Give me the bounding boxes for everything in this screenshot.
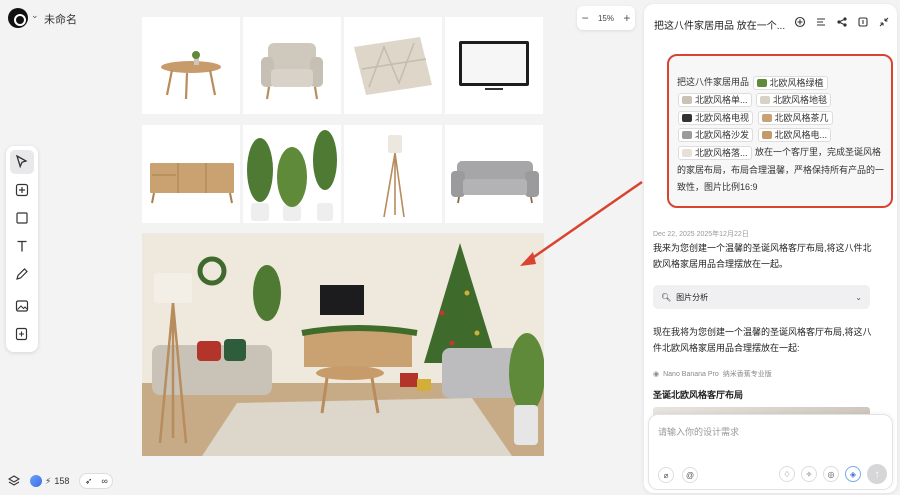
select-icon <box>16 155 28 169</box>
zoom-out-button[interactable]: − <box>582 11 589 25</box>
assistant-reply-1: 我来为您创建一个温馨的圣诞风格客厅布局,将这八件北欧风格家居用品合理摆放在一起。 <box>653 243 872 269</box>
chevron-down-icon: ⌄ <box>855 292 862 302</box>
history-icon[interactable] <box>815 15 827 27</box>
product-reference-chip[interactable]: 北欧风格地毯 <box>756 93 832 108</box>
prompt-message-highlight: 把这八件家居用品 北欧风格绿植 北欧风格单... 北欧风格地毯 北欧风格电视 北… <box>667 54 893 208</box>
chip-label: 北欧风格落... <box>695 147 748 158</box>
text-icon <box>17 240 27 252</box>
zoom-in-button[interactable]: + <box>623 11 630 25</box>
prompt-lead: 把这八件家居用品 <box>677 77 750 87</box>
image-edit-icon <box>15 300 29 312</box>
chip-label: 北欧风格电视 <box>695 112 750 123</box>
model-label: ◉ Nano Banana Pro 纳米香蕉专业版 <box>653 369 772 379</box>
sofa-image[interactable] <box>445 125 543 223</box>
app-logo[interactable] <box>8 8 28 28</box>
assistant-reply-2: 现在我将为您创建一个温馨的圣诞风格客厅布局,将这八件北欧风格家居用品合理摆放在一… <box>653 327 872 353</box>
chip-label: 北欧风格地毯 <box>773 95 828 106</box>
product-thumb-icon <box>761 113 772 122</box>
tool-palette <box>6 146 38 352</box>
mention-icon[interactable]: @ <box>682 467 698 483</box>
credits-indicator[interactable]: ⚡ 158 <box>30 475 69 487</box>
panel-actions <box>794 15 890 28</box>
chat-input[interactable]: 请输入你的设计需求 <box>658 425 739 438</box>
product-thumb-icon <box>682 96 692 105</box>
chat-input-box[interactable]: 请输入你的设计需求 ⌀ @ ♢ ✧ ◎ ◈ ↑ <box>648 414 893 490</box>
message-timestamp: Dec 22, 2025 2025年12月22日 <box>653 231 749 238</box>
idea-icon[interactable]: ♢ <box>779 466 795 482</box>
tv-stand-image[interactable] <box>142 125 240 223</box>
chip-label: 北欧风格茶几 <box>774 112 829 123</box>
rectangle-icon <box>16 212 28 224</box>
image-add-tool-button[interactable] <box>10 322 34 346</box>
chat-title: 把这八件家居用品 放在一个... <box>654 21 786 32</box>
model-subtitle: 纳米香蕉专业版 <box>722 371 772 378</box>
image-edit-tool-button[interactable] <box>10 294 34 318</box>
chat-panel: 把这八件家居用品 放在一个... 把这八件家居用品 北欧风格绿植 北欧风格单..… <box>644 4 897 493</box>
document-title[interactable]: 未命名 <box>44 11 77 27</box>
collapse-icon[interactable] <box>878 15 890 27</box>
new-chat-icon[interactable] <box>794 15 806 28</box>
product-reference-chip[interactable]: 北欧风格电视 <box>678 110 754 125</box>
mode-toggle[interactable]: ➶ ∞ <box>79 473 114 489</box>
image-add-icon <box>15 327 28 341</box>
status-bar: ⚡ 158 ➶ ∞ <box>8 473 114 489</box>
floor-lamp-image[interactable] <box>344 125 442 223</box>
rocket-icon: ➶ <box>84 475 93 486</box>
chip-label: 北欧风格绿植 <box>769 77 824 88</box>
product-thumb-icon <box>760 96 771 105</box>
layers-icon[interactable] <box>8 475 20 487</box>
chevron-down-icon[interactable]: ⌄ <box>31 10 39 21</box>
product-thumb-icon <box>756 78 767 87</box>
pen-tool-button[interactable] <box>10 262 34 286</box>
magic-icon[interactable]: ✧ <box>801 466 817 482</box>
zoom-level[interactable]: 15% <box>598 14 614 23</box>
input-left-actions: ⌀ @ <box>658 467 698 483</box>
globe-icon[interactable]: ◎ <box>823 466 839 482</box>
chip-label: 北欧风格电... <box>774 130 828 141</box>
input-right-actions: ♢ ✧ ◎ ◈ ↑ <box>779 464 887 484</box>
chip-label: 北欧风格沙发 <box>695 130 750 141</box>
model-name: Nano Banana Pro <box>663 370 719 378</box>
image-analysis-collapsible[interactable]: 🔍︎ 图片分析 ⌄ <box>653 285 870 309</box>
share-icon[interactable] <box>836 15 848 27</box>
avatar <box>30 475 42 487</box>
product-thumb-icon <box>682 113 692 122</box>
prompt-message: 把这八件家居用品 北欧风格绿植 北欧风格单... 北欧风格地毯 北欧风格电视 北… <box>677 74 885 197</box>
cube-icon[interactable]: ◈ <box>845 466 861 482</box>
armchair-image[interactable] <box>243 17 341 114</box>
analysis-icon: 🔍︎ <box>661 292 672 302</box>
plants-image[interactable] <box>243 125 341 223</box>
coffee-table-image[interactable] <box>142 17 240 114</box>
product-thumb-icon <box>761 131 772 140</box>
product-reference-chip[interactable]: 北欧风格电... <box>757 128 832 143</box>
product-reference-chip[interactable]: 北欧风格落... <box>678 145 752 160</box>
bolt-icon: ⚡ <box>45 475 52 486</box>
product-reference-chip[interactable]: 北欧风格茶几 <box>757 110 833 125</box>
add-frame-tool-button[interactable] <box>10 178 34 202</box>
pen-icon <box>16 268 28 280</box>
rug-image[interactable] <box>344 17 442 114</box>
product-reference-chip[interactable]: 北欧风格单... <box>678 93 752 108</box>
chip-label: 北欧风格单... <box>695 95 748 106</box>
result-title: 圣诞北欧风格客厅布局 <box>653 390 744 400</box>
generated-living-room-image[interactable] <box>142 233 544 456</box>
product-reference-chip[interactable]: 北欧风格绿植 <box>752 75 828 90</box>
export-icon[interactable] <box>857 15 869 27</box>
tv-image[interactable] <box>445 17 543 114</box>
text-tool-button[interactable] <box>10 234 34 258</box>
select-tool-button[interactable] <box>10 150 34 174</box>
zoom-control: − 15% + <box>577 6 635 30</box>
credits-count: 158 <box>54 476 70 486</box>
model-icon: ◉ <box>653 371 660 378</box>
product-thumb-icon <box>682 131 692 140</box>
send-button[interactable]: ↑ <box>867 464 887 484</box>
analysis-label: 图片分析 <box>676 292 709 302</box>
rectangle-tool-button[interactable] <box>10 206 34 230</box>
infinity-icon: ∞ <box>101 476 108 486</box>
attach-icon[interactable]: ⌀ <box>658 467 674 483</box>
add-frame-icon <box>15 183 29 197</box>
product-thumb-icon <box>682 148 692 157</box>
product-reference-chip[interactable]: 北欧风格沙发 <box>678 128 754 143</box>
